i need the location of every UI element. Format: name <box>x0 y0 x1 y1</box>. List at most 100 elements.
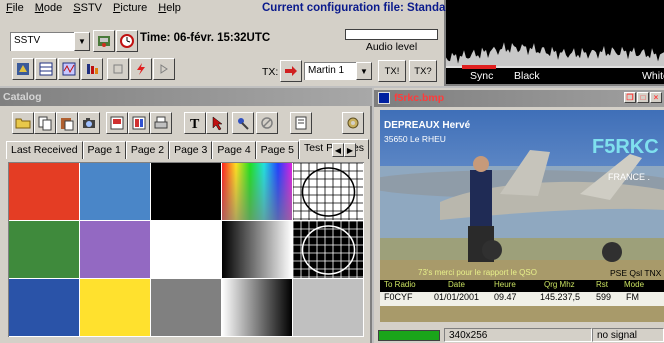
tx-start-button[interactable]: TX! <box>378 60 406 82</box>
copy-button[interactable] <box>34 112 56 134</box>
qsl-picture: DEPREAUX Hervé 35650 Le RHEU F5RKC FRANC… <box>380 110 664 322</box>
qsl-header-freq: Qrg Mhz <box>544 280 575 289</box>
auto-button[interactable] <box>153 58 175 80</box>
bitmap-icon <box>378 92 390 104</box>
print-button[interactable] <box>150 112 172 134</box>
history-button[interactable] <box>35 58 57 80</box>
test-picture-tile[interactable] <box>151 279 222 337</box>
sync-marker <box>462 65 496 69</box>
cursor-icon <box>212 116 223 131</box>
qsl-cell-time: 09.47 <box>494 292 517 302</box>
no-icon <box>261 117 273 129</box>
receive-icon <box>17 63 29 75</box>
spectrum-display: Sync Black White <box>446 0 664 86</box>
test-picture-tile[interactable] <box>151 163 222 221</box>
qsl-address: 35650 Le RHEU <box>384 134 446 144</box>
chevron-down-icon[interactable]: ▼ <box>74 32 90 51</box>
image-icon <box>110 116 124 130</box>
slant-button[interactable] <box>130 58 152 80</box>
qsl-cell-rst: 599 <box>596 292 612 302</box>
tools-icon <box>238 118 249 130</box>
audio-level-meter: Audio level <box>345 29 438 53</box>
pointer-button[interactable] <box>206 112 228 134</box>
tx-query-button[interactable]: TX? <box>409 60 437 82</box>
test-picture-tile[interactable] <box>222 279 293 337</box>
test-picture-tile[interactable] <box>80 279 151 337</box>
image-window-titlebar: f5rkc.bmp ❐ □ × <box>374 90 664 107</box>
qsl-header-to-radio: To Radio <box>384 280 416 289</box>
qsl-cell-mode: FM <box>626 292 639 302</box>
tab-page-3[interactable]: Page 3 <box>169 141 213 159</box>
close-icon[interactable]: × <box>650 92 662 103</box>
tx-mode-select[interactable]: Martin 1 ▼ <box>304 62 372 80</box>
image-window-title: f5rkc.bmp <box>394 92 445 104</box>
tools-button[interactable] <box>232 112 254 134</box>
chevron-right-icon[interactable]: ▶ <box>344 143 356 157</box>
qsl-cell-freq: 145.237,5 <box>540 292 581 302</box>
image-copy-button[interactable] <box>128 112 150 134</box>
tx-mode-value: Martin 1 <box>304 62 356 80</box>
tab-page-5[interactable]: Page 5 <box>255 141 299 159</box>
maximize-icon[interactable]: □ <box>637 92 649 103</box>
window-controls: ❐ □ × <box>624 92 662 103</box>
test-picture-tile[interactable] <box>222 221 293 279</box>
receive-button[interactable] <box>12 58 34 80</box>
mode-select[interactable]: SSTV ▼ <box>10 32 90 51</box>
image-window: f5rkc.bmp ❐ □ × DEPREAUX Hervé 35650 Le … <box>374 88 664 343</box>
menu-help[interactable]: Help <box>152 0 186 16</box>
qsl-table-row: F0CYF 01/01/2001 09.47 145.237,5 599 FM <box>380 292 664 306</box>
spectrum-waveform <box>446 42 664 68</box>
square-icon <box>113 64 123 74</box>
sync-button[interactable] <box>81 58 103 80</box>
qsl-thanks: 73's merci pour le rapport le QSO <box>418 268 537 277</box>
test-picture-tile[interactable] <box>293 279 364 337</box>
tab-page-2[interactable]: Page 2 <box>125 141 170 159</box>
catalog-title: Catalog <box>0 88 372 106</box>
pause-button[interactable] <box>107 58 129 80</box>
menu-mode[interactable]: Mode <box>29 0 68 16</box>
utc-time: Time: 06-févr. 15:32UTC <box>140 32 271 44</box>
image-copy-icon <box>132 116 146 130</box>
test-picture-tile[interactable] <box>9 221 80 279</box>
qsl-header-time: Heure <box>494 280 516 289</box>
camera-button[interactable] <box>78 112 100 134</box>
menu-sstv[interactable]: SSTV <box>67 0 107 16</box>
scope-button[interactable] <box>58 58 80 80</box>
chevron-left-icon[interactable]: ◀ <box>332 143 344 157</box>
setup-button[interactable] <box>93 30 115 52</box>
page-button[interactable] <box>290 112 312 134</box>
qsl-table-header: To Radio Date Heure Qrg Mhz Rst Mode <box>380 280 664 292</box>
tx-arrow-button[interactable] <box>280 60 302 82</box>
test-picture-tile[interactable] <box>222 163 293 221</box>
menu-picture[interactable]: Picture <box>107 0 152 16</box>
camera-icon <box>83 118 95 128</box>
scope-icon <box>62 62 76 76</box>
gear-icon <box>347 117 359 129</box>
test-picture-tile[interactable] <box>9 163 80 221</box>
test-picture-tile[interactable] <box>293 221 364 279</box>
chevron-down-icon[interactable]: ▼ <box>356 62 372 80</box>
qsl-callsign: F5RKC <box>592 136 659 158</box>
test-picture-tile[interactable] <box>80 163 151 221</box>
tab-page-1[interactable]: Page 1 <box>82 141 126 159</box>
open-folder-button[interactable] <box>12 112 34 134</box>
test-pattern-graphic <box>293 221 363 278</box>
test-picture-tile[interactable] <box>9 279 80 337</box>
print-icon <box>154 116 168 129</box>
test-picture-tile[interactable] <box>293 163 364 221</box>
test-picture-tile[interactable] <box>151 221 222 279</box>
test-picture-tile[interactable] <box>80 221 151 279</box>
svg-text:T: T <box>190 117 200 131</box>
tab-page-4[interactable]: Page 4 <box>212 141 256 159</box>
paste-button[interactable] <box>56 112 78 134</box>
tab-last-received[interactable]: Last Received <box>6 141 83 159</box>
spectrum-black-label: Black <box>514 70 540 82</box>
image-edit-button[interactable] <box>106 112 128 134</box>
settings-button[interactable] <box>342 112 364 134</box>
text-button[interactable]: T <box>184 112 206 134</box>
qsl-header-date: Date <box>448 280 465 289</box>
restore-icon[interactable]: ❐ <box>624 92 636 103</box>
menu-file[interactable]: File <box>0 0 29 16</box>
clear-button[interactable] <box>256 112 278 134</box>
clock-button[interactable] <box>116 30 138 52</box>
